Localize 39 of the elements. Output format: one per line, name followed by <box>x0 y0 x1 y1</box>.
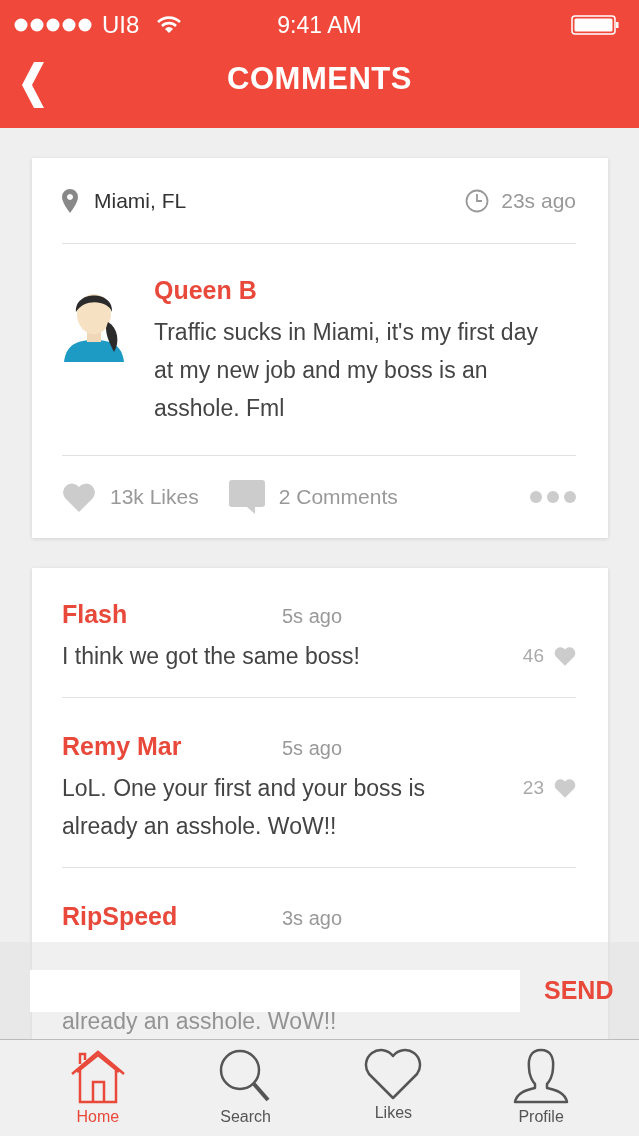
comment-time: 3s ago <box>282 907 343 930</box>
comment-text: LoL. One your first and your boss is already an asshole. WoW!! <box>62 774 427 841</box>
send-button[interactable]: SEND <box>544 976 614 1005</box>
comment-like-count: 46 <box>522 645 544 667</box>
page-title: COMMENTS <box>227 61 412 97</box>
wifi-icon <box>157 16 182 34</box>
commenter-name[interactable]: Flash <box>62 600 282 629</box>
carrier-name: UI8 <box>102 11 140 39</box>
heart-icon[interactable] <box>554 646 576 666</box>
heart-icon[interactable] <box>554 778 576 798</box>
battery-icon <box>571 15 619 35</box>
person-silhouette-icon <box>513 1048 570 1104</box>
likes-count: 13k Likes <box>110 485 199 509</box>
comment-text: I think we got the same boss! <box>62 642 360 671</box>
post-time: 23s ago <box>501 188 576 213</box>
tab-button[interactable]: Home <box>42 1040 153 1136</box>
heart-outline-icon <box>364 1048 423 1100</box>
comment-time: 5s ago <box>282 605 343 628</box>
tab-button[interactable]: Profile <box>486 1040 597 1136</box>
location-pin-icon <box>62 188 78 213</box>
comments-count: 2 Comments <box>278 485 398 509</box>
speech-bubble-icon[interactable] <box>228 480 265 514</box>
comment-time: 5s ago <box>282 737 343 760</box>
location-text: Miami, FL <box>94 188 187 213</box>
clock-icon <box>465 188 490 213</box>
author-name[interactable]: Queen B <box>154 276 257 305</box>
post-text: Traffic sucks in Miami, it's my first day at my new job and my boss is an asshole. Fml <box>154 318 539 423</box>
more-icon[interactable] <box>530 491 576 503</box>
heart-icon[interactable] <box>62 482 96 512</box>
comment-input-field[interactable] <box>30 969 520 1012</box>
tab-button[interactable]: Likes <box>338 1040 449 1136</box>
comment-text: already an asshole. WoW!! <box>62 1009 337 1033</box>
comment-like-count: 23 <box>522 777 544 799</box>
commenter-name[interactable]: Remy Mar <box>62 732 282 761</box>
signal-icon <box>14 18 94 32</box>
clock-time: 9:41 AM <box>277 11 362 39</box>
house-icon <box>69 1048 126 1104</box>
commenter-name[interactable]: RipSpeed <box>62 902 282 931</box>
tab-button[interactable]: Search <box>190 1040 301 1136</box>
